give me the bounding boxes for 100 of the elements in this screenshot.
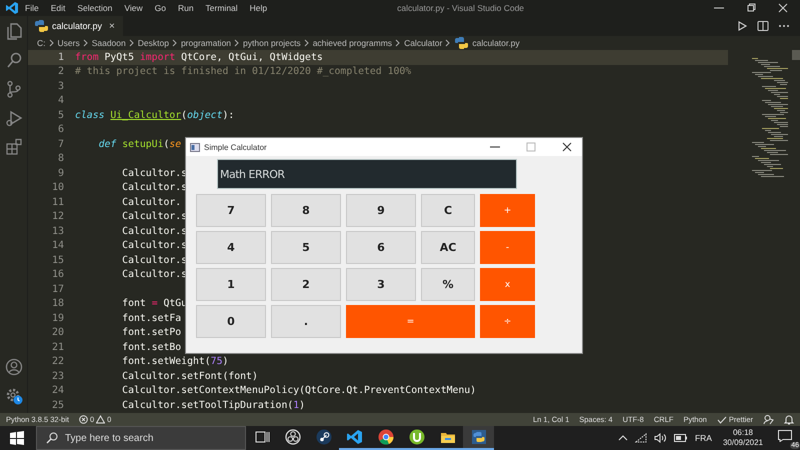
windows-logo-icon[interactable] <box>10 431 24 445</box>
breadcrumb-item[interactable]: C: <box>37 38 46 48</box>
feedback-icon[interactable] <box>763 414 774 425</box>
files-icon[interactable] <box>4 22 22 40</box>
code-line: Calcultor. <box>121 196 182 208</box>
chevron-icon <box>395 39 402 47</box>
code-line: font.setBo <box>121 342 182 353</box>
line-number: 24 <box>50 385 65 396</box>
clock-time[interactable]: 06:18 <box>732 428 753 438</box>
chevron-up-icon[interactable] <box>618 434 628 442</box>
line-number: 17 <box>50 284 65 295</box>
line-number: 21 <box>50 342 65 353</box>
line-number: 16 <box>50 269 65 280</box>
run-debug-icon[interactable] <box>4 109 22 127</box>
code-line: Calcultor.setFont(font) <box>121 370 258 382</box>
code-line: class Ui_Calcultor(object): <box>75 110 234 121</box>
calculator-key[interactable]: 9 <box>346 194 416 227</box>
calculator-key[interactable]: % <box>421 268 475 301</box>
line-number: 14 <box>50 240 65 252</box>
line-number: 3 <box>56 80 65 92</box>
menu-item[interactable]: Edit <box>50 3 66 13</box>
menu-item[interactable]: Go <box>154 3 166 13</box>
breadcrumb-item[interactable]: programation <box>180 38 232 48</box>
task-view-icon <box>254 429 270 445</box>
line-number: 18 <box>50 298 65 310</box>
breadcrumb-item[interactable]: Calculator <box>404 38 442 48</box>
calculator-key[interactable]: C <box>421 194 475 227</box>
line-number: 6 <box>56 124 65 136</box>
code-line: Calcultor.s <box>121 226 188 237</box>
line-number: 5 <box>56 110 65 121</box>
calculator-key[interactable]: 7 <box>196 194 266 227</box>
scrollbar-thumb[interactable] <box>792 50 800 60</box>
calculator-key[interactable]: 4 <box>196 231 266 264</box>
tab-close-button[interactable]: × <box>109 20 115 32</box>
code-line: font.setFa <box>121 312 182 324</box>
calculator-key[interactable]: 2 <box>271 268 341 301</box>
breadcrumb-item[interactable]: Saadoon <box>92 38 126 48</box>
calculator-key[interactable]: 8 <box>271 194 341 227</box>
torrent-icon <box>408 429 424 445</box>
restore-icon[interactable] <box>746 3 756 13</box>
code-line: Calcultor.s <box>121 211 188 222</box>
account-icon[interactable] <box>4 358 22 376</box>
breadcrumb-item[interactable]: Desktop <box>138 38 169 48</box>
tab-label: calculator.py <box>52 21 102 31</box>
settings-icon[interactable] <box>4 387 22 405</box>
line-number: 2 <box>56 66 65 78</box>
run-icon[interactable] <box>736 20 748 32</box>
menu-item[interactable]: Terminal <box>206 3 238 13</box>
breadcrumb-item[interactable]: achieved programms <box>312 38 392 48</box>
breadcrumb-item[interactable]: Users <box>58 38 80 48</box>
check-icon <box>716 416 727 424</box>
calculator-key[interactable]: 6 <box>346 231 416 264</box>
menu-item[interactable]: File <box>25 3 39 13</box>
volume-icon[interactable] <box>654 433 667 443</box>
line-number: 8 <box>56 153 65 164</box>
menu-item[interactable]: Help <box>250 3 268 13</box>
clock-date[interactable]: 30/09/2021 <box>722 438 763 448</box>
language-indicator[interactable]: FRA <box>694 433 712 443</box>
window-title: calculator.py - Visual Studio Code <box>396 3 526 13</box>
notification-icon[interactable] <box>778 430 792 442</box>
calculator-key[interactable]: 5 <box>271 231 341 264</box>
split-editor-icon[interactable] <box>757 20 769 32</box>
wifi-icon[interactable] <box>634 433 647 443</box>
line-number: 1 <box>56 52 65 63</box>
python-file-icon <box>454 36 470 50</box>
search-field[interactable]: Type here to search <box>36 426 246 450</box>
calculator-key[interactable]: 3 <box>346 268 416 301</box>
calculator-key[interactable]: 0 <box>196 305 266 338</box>
code-line: from PyQt5 import QtCore, QtGui, QtWidgets <box>75 52 323 63</box>
calculator-key[interactable]: . <box>271 305 341 338</box>
line-number: 23 <box>50 370 65 382</box>
extensions-icon[interactable] <box>4 138 22 156</box>
bell-icon[interactable] <box>784 414 794 425</box>
code-line: Calcultor.s <box>121 269 188 280</box>
close-icon[interactable] <box>562 142 572 152</box>
calculator-display: Math ERROR <box>217 159 517 189</box>
line-number: 25 <box>50 400 65 411</box>
menu-item[interactable]: View <box>124 3 143 13</box>
source-control-icon[interactable] <box>4 80 22 98</box>
app-window-icon <box>190 142 200 152</box>
menu-item[interactable]: Run <box>178 3 194 13</box>
taskbar-app[interactable] <box>463 426 494 450</box>
battery-icon[interactable] <box>674 434 688 442</box>
search-icon[interactable] <box>4 51 22 69</box>
code-line: Calcultor.setContextMenuPolicy(QtCore.Qt.PreventContextMenu) <box>121 385 476 396</box>
chevron-icon <box>48 39 54 47</box>
breadcrumb-item[interactable]: python projects <box>243 38 301 48</box>
menu-item[interactable]: Selection <box>77 3 112 13</box>
line-number: 10 <box>50 182 65 194</box>
editor-tab[interactable]: calculator.py × <box>28 16 123 36</box>
vscode-logo-icon[interactable] <box>5 1 19 15</box>
breadcrumb-item[interactable]: calculator.py <box>472 38 520 48</box>
code-line: font.setWeight(75) <box>121 356 228 368</box>
calculator-key[interactable]: 1 <box>196 268 266 301</box>
code-line: def setupUi(se <box>98 138 182 150</box>
chevron-icon <box>234 39 240 47</box>
line-number: 4 <box>56 95 65 106</box>
search-icon <box>46 432 58 444</box>
line-number: 22 <box>50 356 65 368</box>
calculator-key[interactable]: AC <box>421 231 475 264</box>
